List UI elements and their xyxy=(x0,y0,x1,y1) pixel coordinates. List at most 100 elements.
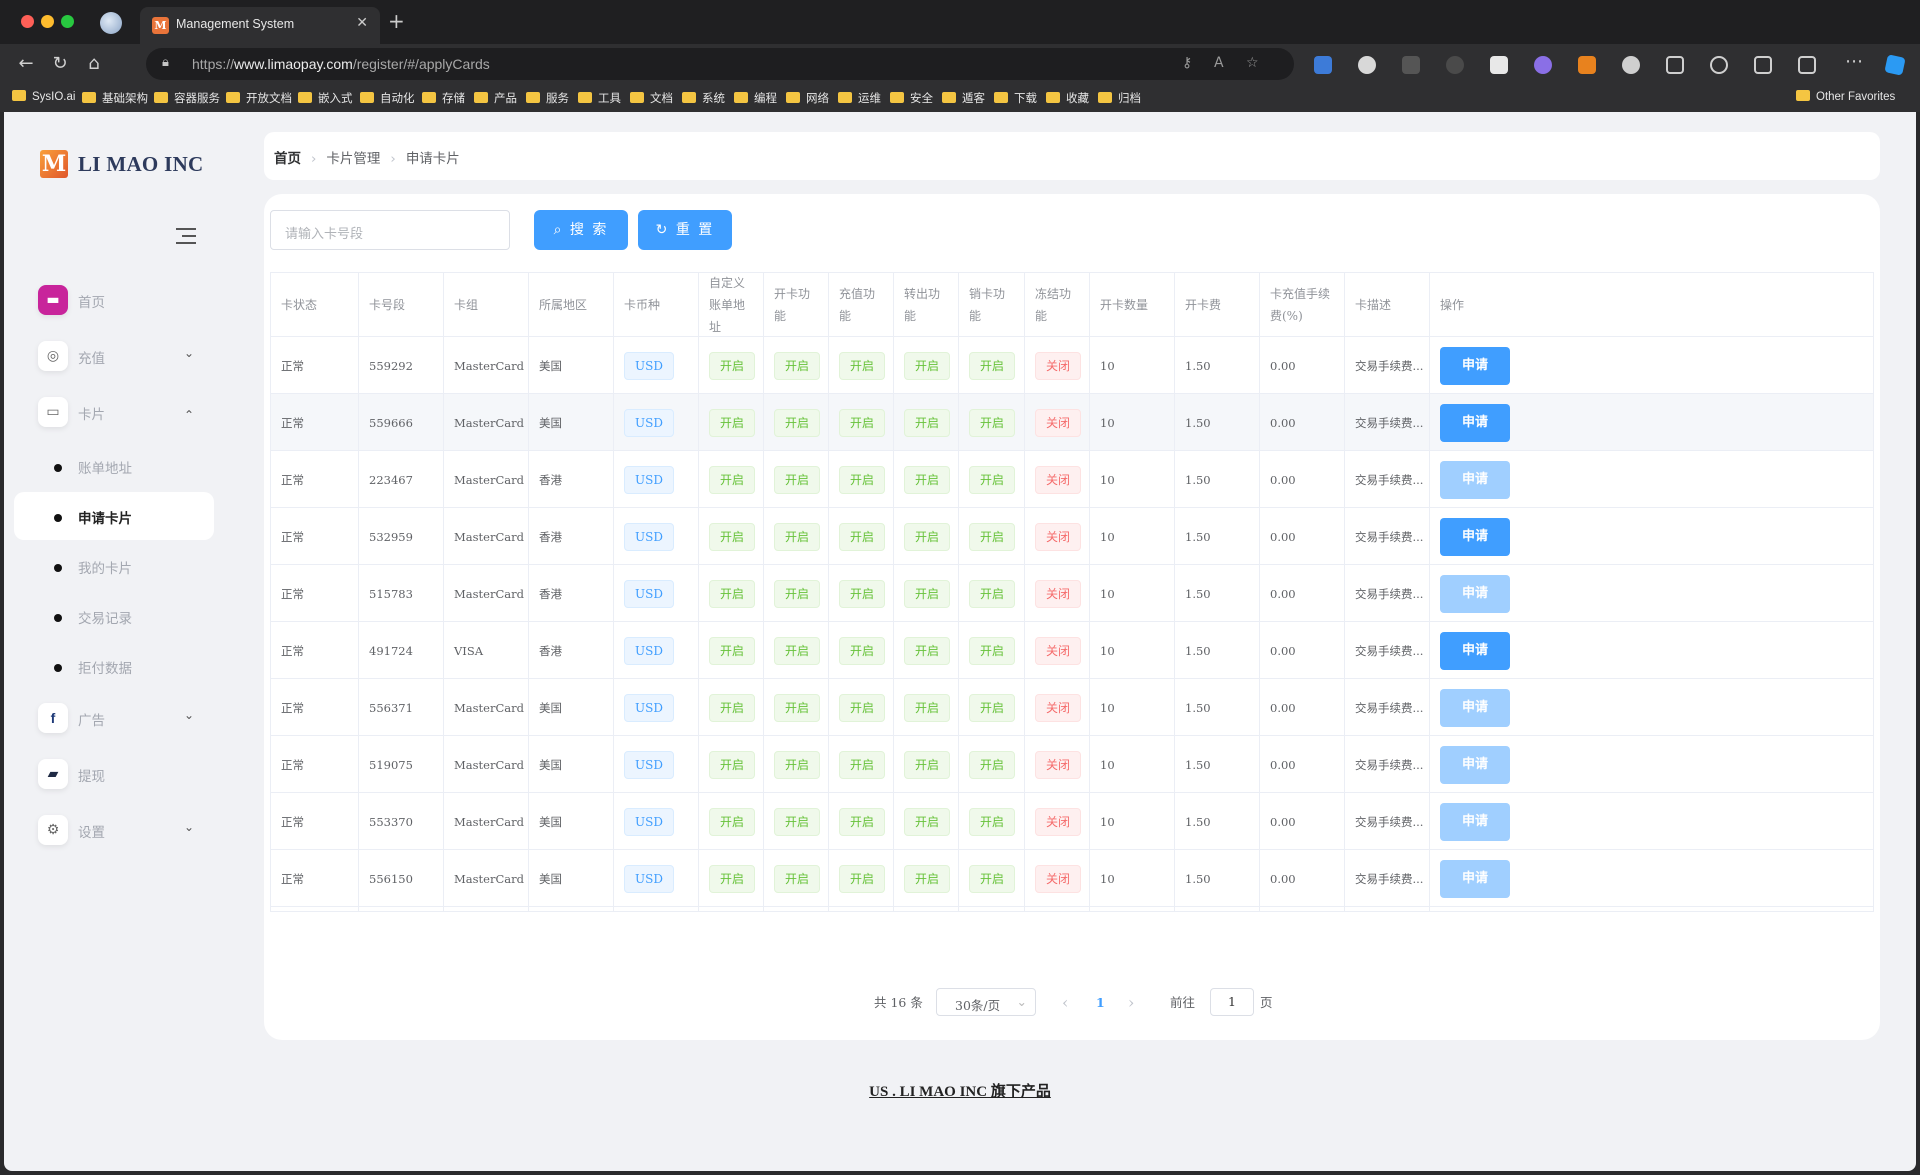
bookmark-label: 归档 xyxy=(1118,93,1141,105)
bookmark-folder[interactable]: 工具 xyxy=(578,90,621,106)
history-icon[interactable] xyxy=(1710,56,1728,74)
close-window-button[interactable] xyxy=(21,15,34,28)
tab-close-icon[interactable]: ✕ xyxy=(356,15,368,31)
extension-new-icon[interactable] xyxy=(1314,56,1332,74)
footer-brand-link[interactable]: US . LI MAO INC 旗下产品 xyxy=(4,1080,1916,1101)
bookmark-folder[interactable]: 开放文档 xyxy=(226,90,292,106)
folder-icon xyxy=(12,90,26,101)
bookmark-folder[interactable]: 基础架构 xyxy=(82,90,148,106)
sidebar-subitem-billing-address[interactable]: 账单地址 xyxy=(14,442,214,490)
page-number-1[interactable]: 1 xyxy=(1096,988,1105,1018)
back-icon[interactable]: ← xyxy=(14,52,38,76)
bookmark-folder[interactable]: SysIO.ai xyxy=(12,90,75,106)
bookmark-folder[interactable]: 下载 xyxy=(994,90,1037,106)
bookmark-folder[interactable]: 容器服务 xyxy=(154,90,220,106)
bookmark-label: 遁客 xyxy=(962,93,985,105)
url-text[interactable]: https://www.limaopay.com/register/#/appl… xyxy=(192,56,490,72)
bookmark-folder[interactable]: 文档 xyxy=(630,90,673,106)
bookmark-folder[interactable]: 服务 xyxy=(526,90,569,106)
menu-collapse-icon[interactable] xyxy=(174,226,198,246)
bookmark-folder[interactable]: 网络 xyxy=(786,90,829,106)
breadcrumb-card-management[interactable]: 卡片管理 xyxy=(326,151,380,167)
extension-grid-icon[interactable] xyxy=(1402,56,1420,74)
sidebar-item-cards[interactable]: ▭ 卡片 ⌃ xyxy=(28,390,198,434)
column-header: 卡充值手续费(%) xyxy=(1260,273,1345,337)
sidebar-item-settings[interactable]: ⚙ 设置 ⌄ xyxy=(28,808,198,852)
minimize-window-button[interactable] xyxy=(41,15,54,28)
goto-label: 前往 xyxy=(1170,995,1196,1010)
new-tab-icon[interactable]: + xyxy=(388,11,405,31)
column-header: 卡号段 xyxy=(359,273,444,337)
breadcrumb-home[interactable]: 首页 xyxy=(274,151,301,167)
bookmark-folder[interactable]: 系统 xyxy=(682,90,725,106)
bookmark-label: Other Favorites xyxy=(1816,91,1896,103)
sidebar-item-recharge[interactable]: ◎ 充值 ⌄ xyxy=(28,334,198,378)
column-header: 冻结功能 xyxy=(1025,273,1090,337)
more-menu-icon[interactable]: ⋯ xyxy=(1842,50,1866,74)
recharge-icon: ◎ xyxy=(38,341,68,371)
favorite-star-icon[interactable]: ☆ xyxy=(1246,55,1259,71)
profile-avatar[interactable] xyxy=(100,12,122,34)
browser-tab[interactable]: M Management System ✕ xyxy=(140,7,380,44)
address-bar[interactable]: 🔒︎ https://www.limaopay.com/register/#/a… xyxy=(146,48,1294,80)
search-button[interactable]: ⌕ 搜 索 xyxy=(534,210,628,250)
table-cell: USD xyxy=(614,793,699,850)
freeze-tag: 关闭 xyxy=(1035,636,1082,665)
sidebar-subitem-my-cards[interactable]: 我的卡片 xyxy=(14,542,214,590)
reset-button[interactable]: ↻ 重 置 xyxy=(638,210,732,250)
extensions-puzzle-icon[interactable] xyxy=(1622,56,1640,74)
table-cell: 开启 xyxy=(699,850,764,907)
goto-page-input[interactable]: 1 xyxy=(1210,988,1254,1016)
bookmark-folder[interactable]: 遁客 xyxy=(942,90,985,106)
reload-icon[interactable]: ↻ xyxy=(48,52,72,76)
transfer-out-tag: 开启 xyxy=(904,693,951,722)
sidebar-item-ads[interactable]: f 广告 ⌄ xyxy=(28,696,198,740)
bookmark-folder[interactable]: 编程 xyxy=(734,90,777,106)
table-cell: 开启 xyxy=(894,907,959,911)
sidebar-subitem-apply-card[interactable]: 申请卡片 xyxy=(14,492,214,540)
recharge-rate-cell: 0.00 xyxy=(1270,814,1296,829)
card-network-cell: MasterCard xyxy=(454,358,524,373)
other-favorites-folder[interactable]: Other Favorites xyxy=(1796,90,1895,106)
maximize-window-button[interactable] xyxy=(61,15,74,28)
read-aloud-icon[interactable]: A xyxy=(1214,55,1224,71)
bookmark-folder[interactable]: 自动化 xyxy=(360,90,415,106)
bullet-icon xyxy=(54,464,62,472)
folder-icon xyxy=(298,92,312,103)
apply-button[interactable]: 申请 xyxy=(1440,403,1510,442)
home-nav-icon[interactable]: ⌂ xyxy=(82,52,106,76)
card-description-cell: 交易手续费... xyxy=(1355,472,1424,487)
sidebar-subitem-transactions[interactable]: 交易记录 xyxy=(14,592,214,640)
bookmark-folder[interactable]: 嵌入式 xyxy=(298,90,353,106)
table-cell: 开启 xyxy=(699,394,764,451)
bookmark-folder[interactable]: 产品 xyxy=(474,90,517,106)
prev-page-button[interactable]: ‹ xyxy=(1062,988,1068,1018)
split-view-icon[interactable] xyxy=(1666,56,1684,74)
extension-robot-icon[interactable] xyxy=(1490,56,1508,74)
copilot-icon[interactable] xyxy=(1884,54,1906,76)
bookmark-folder[interactable]: 收藏 xyxy=(1046,90,1089,106)
bookmark-folder[interactable]: 安全 xyxy=(890,90,933,106)
bookmark-folder[interactable]: 归档 xyxy=(1098,90,1141,106)
extension-gauge-icon[interactable] xyxy=(1358,56,1376,74)
table-cell: 开启 xyxy=(959,508,1025,565)
extension-cloud-icon[interactable] xyxy=(1534,56,1552,74)
freeze-tag: 关闭 xyxy=(1035,693,1082,722)
apply-button[interactable]: 申请 xyxy=(1440,517,1510,556)
apply-button[interactable]: 申请 xyxy=(1440,346,1510,385)
next-page-button[interactable]: › xyxy=(1128,988,1134,1018)
apply-button[interactable]: 申请 xyxy=(1440,631,1510,670)
transfer-out-tag: 开启 xyxy=(904,807,951,836)
card-bin-search-input[interactable]: 请输入卡号段 xyxy=(270,210,510,250)
extension-fox-icon[interactable] xyxy=(1578,56,1596,74)
bookmark-folder[interactable]: 存储 xyxy=(422,90,465,106)
sidebar-subitem-chargebacks[interactable]: 拒付数据 xyxy=(14,642,214,690)
extension-recycle-icon[interactable] xyxy=(1446,56,1464,74)
sidebar-item-withdraw[interactable]: ▰ 提现 xyxy=(28,752,198,796)
sidebar-item-home[interactable]: ▬ 首页 xyxy=(28,278,198,322)
screenshot-icon[interactable] xyxy=(1754,56,1772,74)
collections-icon[interactable] xyxy=(1798,56,1816,74)
key-icon[interactable]: ⚷ xyxy=(1182,55,1192,71)
bookmark-folder[interactable]: 运维 xyxy=(838,90,881,106)
page-size-select[interactable]: 30条/页 ⌄ xyxy=(936,988,1036,1016)
